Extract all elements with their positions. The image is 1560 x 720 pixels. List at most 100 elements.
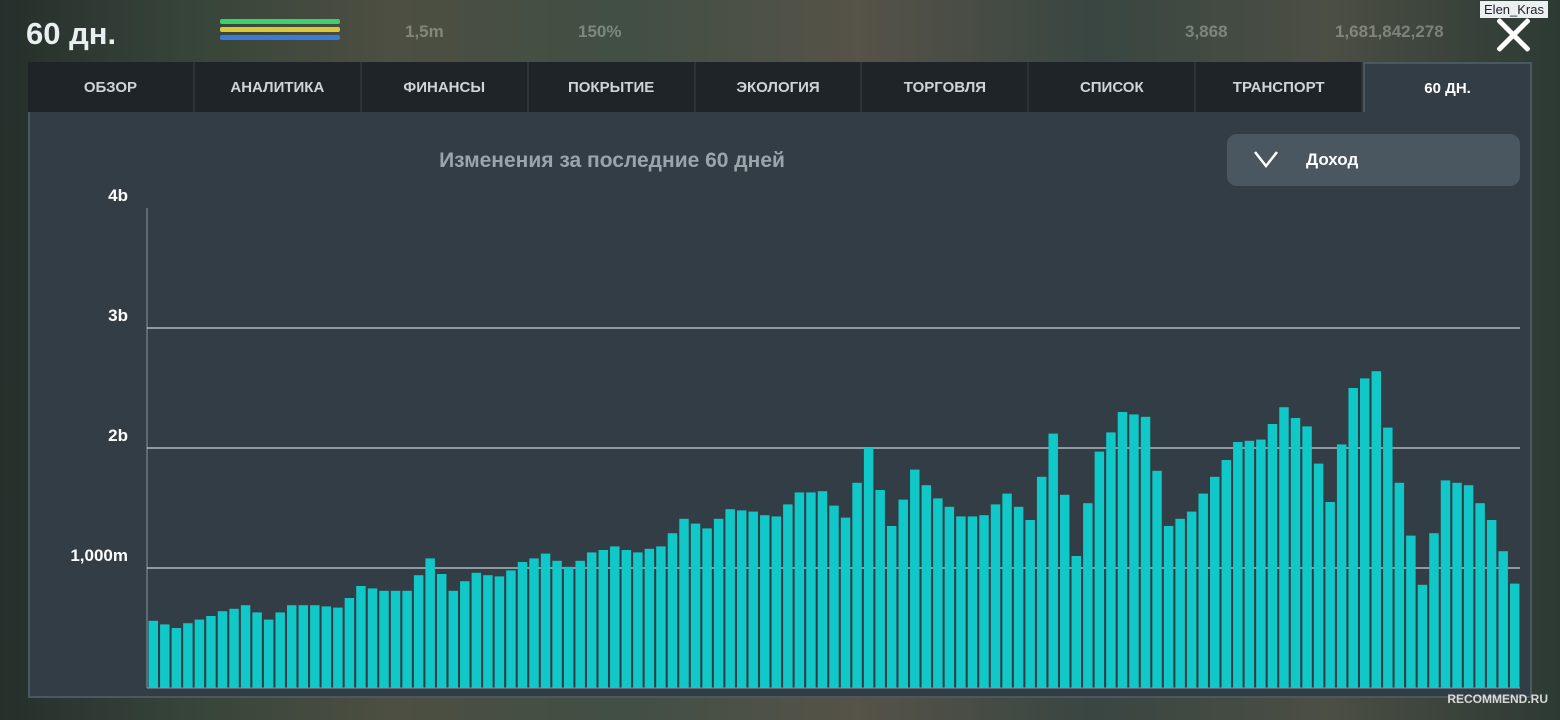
bar — [829, 505, 839, 688]
bar — [736, 510, 747, 688]
bar — [1071, 556, 1082, 688]
bar — [425, 558, 435, 688]
bar — [1210, 476, 1220, 688]
bar — [160, 624, 170, 688]
bar — [1048, 433, 1058, 688]
bar — [933, 498, 943, 688]
bar — [667, 533, 678, 688]
bar — [298, 605, 308, 688]
bar — [286, 605, 297, 688]
bar — [1348, 388, 1358, 688]
bar — [1244, 440, 1255, 688]
bar — [529, 558, 539, 688]
bar — [171, 628, 182, 688]
bar — [333, 607, 343, 688]
bar — [1233, 442, 1243, 688]
income-bar-chart — [146, 208, 1520, 689]
bar — [1106, 432, 1116, 688]
bar — [621, 550, 632, 688]
bar — [598, 550, 608, 688]
bar — [575, 560, 585, 688]
bar — [1475, 503, 1485, 688]
bar — [1429, 533, 1439, 688]
bar — [1486, 520, 1497, 688]
bar — [783, 504, 793, 688]
bar — [702, 528, 712, 688]
bar — [1394, 482, 1405, 688]
bar — [1336, 444, 1347, 688]
bar — [471, 572, 482, 688]
bar — [252, 612, 262, 688]
bar — [1002, 493, 1012, 688]
bar — [483, 575, 493, 688]
bar — [956, 516, 966, 688]
bar — [713, 518, 724, 688]
bar — [886, 526, 897, 688]
bar — [1510, 583, 1520, 688]
bar — [1163, 526, 1174, 688]
bar — [402, 590, 412, 688]
bar — [1279, 407, 1289, 688]
bar — [633, 552, 643, 688]
bar — [310, 605, 320, 688]
bar — [1221, 460, 1232, 688]
bar — [448, 590, 458, 688]
bar — [1129, 414, 1139, 688]
bar — [1256, 439, 1266, 688]
bar — [863, 448, 874, 688]
bar — [413, 575, 424, 688]
bar — [1360, 378, 1370, 688]
bar — [1290, 418, 1301, 688]
bar — [194, 619, 205, 688]
bar — [552, 560, 562, 688]
bar — [1452, 482, 1462, 688]
bar — [344, 598, 355, 688]
bar — [644, 548, 655, 688]
bar — [1186, 511, 1197, 688]
bar — [794, 492, 805, 688]
bar — [494, 576, 505, 688]
bar — [748, 511, 758, 688]
bar — [367, 588, 378, 688]
bar — [944, 506, 955, 688]
bar — [1094, 451, 1105, 688]
bar — [229, 608, 239, 688]
bar — [979, 515, 989, 688]
bar — [679, 518, 689, 688]
bar — [1383, 427, 1393, 688]
bar — [806, 492, 816, 688]
bar — [1025, 520, 1035, 688]
bar — [910, 469, 920, 688]
bar — [1440, 480, 1451, 688]
bar — [540, 553, 551, 688]
bar — [725, 509, 735, 688]
bar — [217, 611, 228, 688]
bar — [390, 590, 401, 688]
bar — [1463, 485, 1474, 688]
bar — [1140, 416, 1151, 688]
bar — [967, 516, 978, 688]
bar — [460, 581, 470, 688]
bar — [817, 491, 828, 688]
bar — [275, 612, 285, 688]
bar — [379, 590, 389, 688]
bar — [1313, 463, 1324, 688]
bar — [921, 485, 932, 688]
bar — [1406, 535, 1416, 688]
bar — [840, 517, 851, 688]
bar — [656, 546, 666, 688]
bar — [1198, 493, 1208, 688]
bar — [875, 490, 885, 688]
bar — [183, 623, 193, 688]
bar — [436, 574, 447, 688]
bar — [506, 570, 516, 688]
bar — [690, 523, 701, 688]
bar — [1325, 502, 1335, 688]
bar — [760, 515, 770, 688]
bar — [263, 619, 274, 688]
bar — [1060, 494, 1070, 688]
bar — [1036, 476, 1047, 688]
bar — [852, 482, 862, 688]
bar — [1117, 412, 1128, 688]
bar — [1267, 424, 1278, 688]
